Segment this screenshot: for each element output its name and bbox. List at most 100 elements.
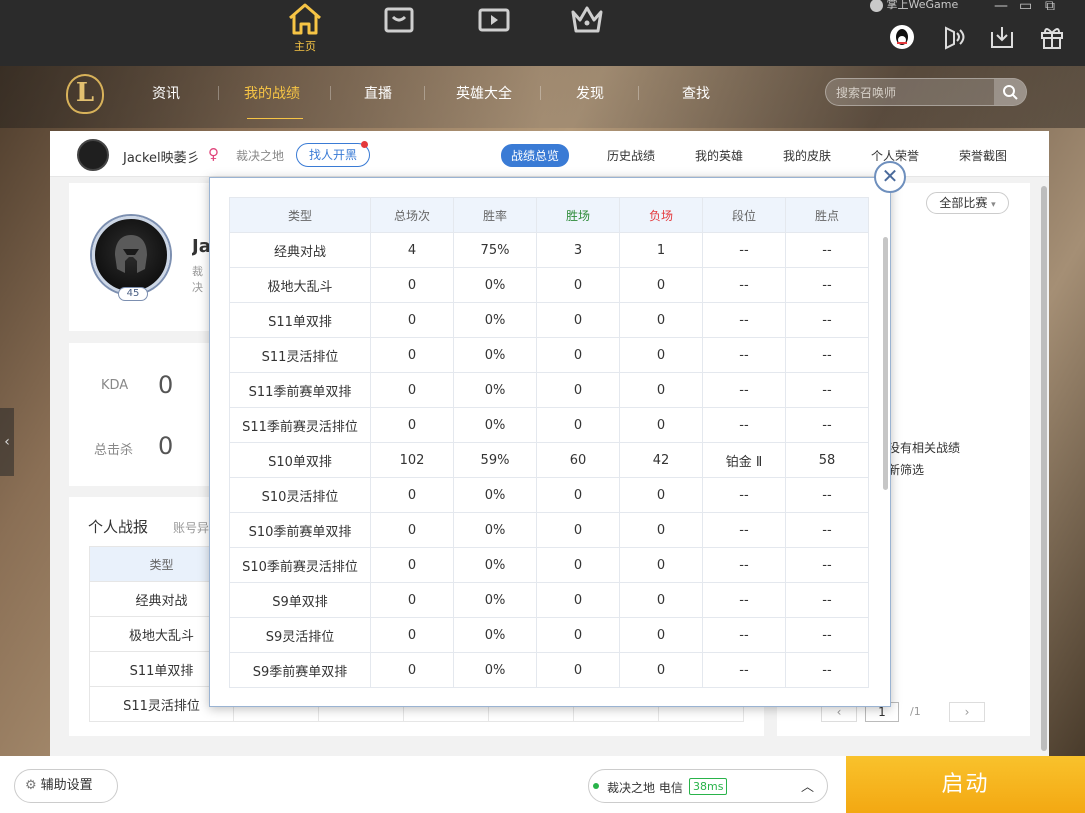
cell-winrate: 0%	[453, 547, 537, 583]
cell-type: S11单双排	[229, 302, 371, 338]
cell-total: 4	[370, 232, 454, 268]
cell-rank: --	[702, 232, 786, 268]
cell-winrate: 0%	[453, 652, 537, 688]
maximize-button[interactable]: ▭	[1019, 0, 1032, 14]
cell-wins: 0	[536, 302, 620, 338]
cell-lp: --	[785, 652, 869, 688]
crown-nav-button[interactable]	[559, 2, 615, 58]
cell-rank: --	[702, 477, 786, 513]
nav-discover[interactable]: 发现	[576, 83, 604, 103]
cell-type: S11季前赛单双排	[229, 372, 371, 408]
cell-total: 0	[370, 302, 454, 338]
qq-button[interactable]	[889, 24, 915, 50]
table-row: 极地大乱斗 0 0% 0 0 -- --	[229, 267, 869, 303]
header-total: 总场次	[370, 197, 454, 233]
cell-lp: --	[785, 512, 869, 548]
brand-text: 掌上WeGame	[886, 0, 959, 11]
table-row: S11季前赛单双排 0 0% 0 0 -- --	[229, 372, 869, 408]
cell-winrate: 75%	[453, 232, 537, 268]
cell-lp: --	[785, 267, 869, 303]
chevron-left-icon: ‹	[4, 434, 10, 450]
page-total: /1	[910, 705, 921, 718]
tab-screenshots[interactable]: 荣誉截图	[959, 147, 1007, 164]
lol-logo: L	[66, 74, 104, 114]
cell-rank: --	[702, 512, 786, 548]
cell-type: 经典对战	[229, 232, 371, 268]
cell-lp: --	[785, 582, 869, 618]
cell-losses: 0	[619, 267, 703, 303]
next-page-button[interactable]: ›	[949, 702, 985, 722]
home-nav-label: 主页	[294, 40, 316, 53]
profile-avatar[interactable]	[92, 216, 170, 294]
cell-wins: 0	[536, 512, 620, 548]
popup-scrollbar[interactable]	[883, 237, 888, 490]
cell-type: S11灵活排位	[229, 337, 371, 373]
report-title: 个人战报	[88, 518, 149, 536]
nav-my-record[interactable]: 我的战绩	[244, 83, 300, 103]
tab-history[interactable]: 历史战绩	[607, 147, 655, 164]
brand-label[interactable]: 掌上WeGame	[870, 0, 958, 12]
nav-search[interactable]: 查找	[682, 83, 710, 103]
find-team-button[interactable]: 找人开黑	[296, 143, 370, 167]
assist-settings-button[interactable]: ⚙ 辅助设置	[14, 769, 118, 803]
close-icon: ✕	[881, 164, 899, 188]
nav-divider	[424, 86, 425, 100]
nav-heroes[interactable]: 英雄大全	[456, 83, 512, 103]
cell-total: 0	[370, 477, 454, 513]
match-filter-select[interactable]: 全部比赛 ▾	[926, 192, 1009, 214]
nav-news[interactable]: 资讯	[152, 83, 180, 103]
cell-losses: 0	[619, 477, 703, 513]
voice-button[interactable]	[940, 24, 966, 50]
table-row: S11季前赛灵活排位 0 0% 0 0 -- --	[229, 407, 869, 443]
stats-card	[69, 343, 213, 486]
cell-total: 0	[370, 407, 454, 443]
video-nav-button[interactable]	[466, 2, 522, 58]
cell-wins: 0	[536, 547, 620, 583]
store-nav-button[interactable]	[371, 2, 427, 58]
chevron-up-icon[interactable]: ︿	[801, 776, 814, 795]
table-row: S9灵活排位 0 0% 0 0 -- --	[229, 617, 869, 653]
cell-lp: --	[785, 337, 869, 373]
cell-wins: 3	[536, 232, 620, 268]
side-collapse-handle[interactable]: ‹	[0, 408, 14, 476]
store-icon	[384, 7, 414, 33]
filter-label: 全部比赛	[939, 196, 988, 210]
cell-wins: 0	[536, 372, 620, 408]
home-nav-button[interactable]: 主页	[277, 2, 333, 58]
download-button[interactable]	[989, 24, 1015, 50]
minimize-button[interactable]: —	[994, 0, 1008, 14]
empty-hint: 新筛选	[888, 463, 925, 477]
start-button[interactable]: 启动	[846, 756, 1085, 813]
cell-losses: 1	[619, 232, 703, 268]
qq-icon	[890, 25, 914, 49]
table-row: S9季前赛单双排 0 0% 0 0 -- --	[229, 652, 869, 688]
tab-overview[interactable]: 战绩总览	[501, 144, 570, 167]
cell-total: 0	[370, 547, 454, 583]
gift-button[interactable]	[1039, 24, 1065, 50]
cell-rank: --	[702, 547, 786, 583]
tab-skins[interactable]: 我的皮肤	[783, 147, 831, 164]
close-button[interactable]: ✕	[874, 161, 906, 193]
search-input[interactable]	[836, 83, 996, 103]
cell-total: 102	[370, 442, 454, 478]
wegame-icon	[870, 0, 883, 12]
main-scrollbar[interactable]	[1041, 186, 1047, 751]
level-badge: 45	[118, 287, 148, 301]
tray-button[interactable]: ⧉	[1045, 0, 1055, 14]
voice-icon	[945, 26, 965, 50]
cell-rank: --	[702, 337, 786, 373]
search-button[interactable]	[994, 79, 1026, 105]
cell-winrate: 0%	[453, 582, 537, 618]
cell-lp: --	[785, 302, 869, 338]
table-row: S11灵活排位 0 0% 0 0 -- --	[229, 337, 869, 373]
cell-total: 0	[370, 267, 454, 303]
cell-rank: --	[702, 617, 786, 653]
table-row: S10灵活排位 0 0% 0 0 -- --	[229, 477, 869, 513]
crown-icon	[571, 6, 603, 33]
tab-heroes[interactable]: 我的英雄	[695, 147, 743, 164]
assist-settings-label: 辅助设置	[40, 778, 93, 793]
empty-message: 没有相关战绩	[888, 441, 961, 455]
avatar[interactable]	[77, 139, 109, 171]
cell-total: 0	[370, 582, 454, 618]
nav-live[interactable]: 直播	[364, 83, 392, 103]
